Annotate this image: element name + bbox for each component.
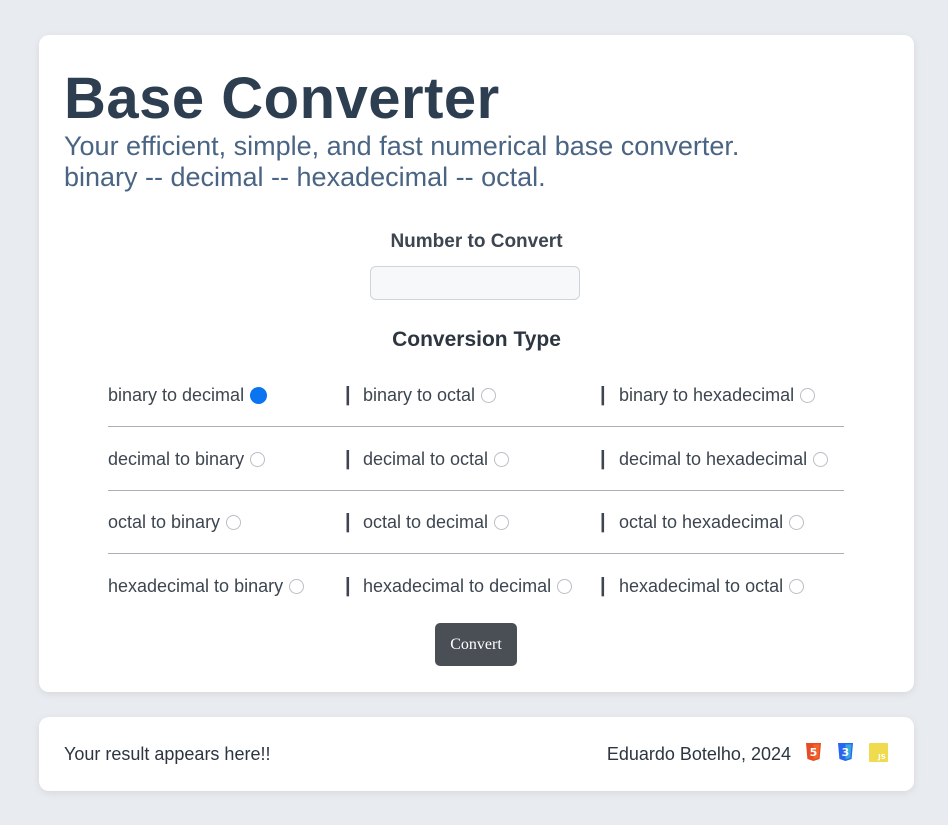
radio-button[interactable] — [250, 451, 266, 467]
option-label: octal to hexadecimal — [619, 511, 784, 532]
option-label: binary to hexadecimal — [619, 384, 795, 405]
option-label: decimal to binary — [108, 448, 245, 469]
converter-card: Base Converter Your efficient, simple, a… — [39, 35, 914, 692]
radio-button[interactable] — [800, 387, 816, 403]
separator: | — [345, 575, 351, 597]
option-decimal-to-binary[interactable]: decimal to binary — [108, 447, 266, 471]
row-divider — [108, 426, 844, 427]
subtitle-line-1: Your efficient, simple, and fast numeric… — [64, 131, 740, 161]
separator: | — [600, 448, 606, 470]
separator: | — [345, 448, 351, 470]
option-binary-to-decimal[interactable]: binary to decimal — [108, 383, 268, 407]
radio-button[interactable] — [481, 387, 497, 403]
css3-icon: 3 — [837, 743, 854, 762]
option-binary-to-octal[interactable]: binary to octal — [363, 383, 497, 407]
option-label: octal to decimal — [363, 511, 489, 532]
number-to-convert-label: Number to Convert — [390, 231, 563, 252]
radio-button[interactable] — [813, 451, 829, 467]
radio-button[interactable] — [494, 451, 510, 467]
row-divider — [108, 490, 844, 491]
result-output: Your result appears here!! — [64, 744, 271, 764]
convert-button[interactable]: Convert — [435, 623, 517, 666]
result-card: Your result appears here!! Eduardo Botel… — [39, 717, 914, 791]
option-hexadecimal-to-binary[interactable]: hexadecimal to binary — [108, 574, 305, 598]
html5-icon: 5 — [805, 743, 822, 762]
radio-button[interactable] — [289, 578, 305, 594]
radio-button[interactable] — [226, 514, 242, 530]
radio-button[interactable] — [789, 514, 805, 530]
option-decimal-to-hexadecimal[interactable]: decimal to hexadecimal — [619, 447, 829, 471]
conversion-type-title: Conversion Type — [392, 328, 561, 351]
radio-button[interactable] — [557, 578, 573, 594]
page-title: Base Converter — [64, 66, 500, 131]
html5-glyph: 5 — [810, 746, 818, 759]
option-hexadecimal-to-octal[interactable]: hexadecimal to octal — [619, 574, 805, 598]
subtitle-line-2: binary -- decimal -- hexadecimal -- octa… — [64, 162, 546, 192]
option-label: hexadecimal to octal — [619, 575, 784, 596]
radio-button[interactable] — [494, 514, 510, 530]
option-label: hexadecimal to decimal — [363, 575, 552, 596]
option-octal-to-binary[interactable]: octal to binary — [108, 510, 242, 534]
javascript-icon: JS — [869, 743, 888, 762]
option-octal-to-decimal[interactable]: octal to decimal — [363, 510, 510, 534]
author-credit: Eduardo Botelho, 2024 — [606, 744, 791, 764]
option-label: binary to decimal — [108, 384, 245, 405]
option-label: decimal to octal — [363, 448, 489, 469]
option-octal-to-hexadecimal[interactable]: octal to hexadecimal — [619, 510, 805, 534]
javascript-glyph: JS — [877, 753, 886, 761]
separator: | — [600, 575, 606, 597]
option-label: hexadecimal to binary — [108, 575, 284, 596]
separator: | — [600, 511, 606, 533]
option-hexadecimal-to-decimal[interactable]: hexadecimal to decimal — [363, 574, 573, 598]
separator: | — [600, 384, 606, 406]
separator: | — [345, 384, 351, 406]
radio-button[interactable] — [250, 386, 268, 404]
number-input[interactable] — [370, 266, 580, 300]
radio-button[interactable] — [789, 578, 805, 594]
option-label: octal to binary — [108, 511, 221, 532]
option-decimal-to-octal[interactable]: decimal to octal — [363, 447, 510, 471]
option-binary-to-hexadecimal[interactable]: binary to hexadecimal — [619, 383, 816, 407]
separator: | — [345, 511, 351, 533]
css3-glyph: 3 — [842, 746, 850, 759]
option-label: decimal to hexadecimal — [619, 448, 808, 469]
row-divider — [108, 553, 844, 554]
option-label: binary to octal — [363, 384, 476, 405]
